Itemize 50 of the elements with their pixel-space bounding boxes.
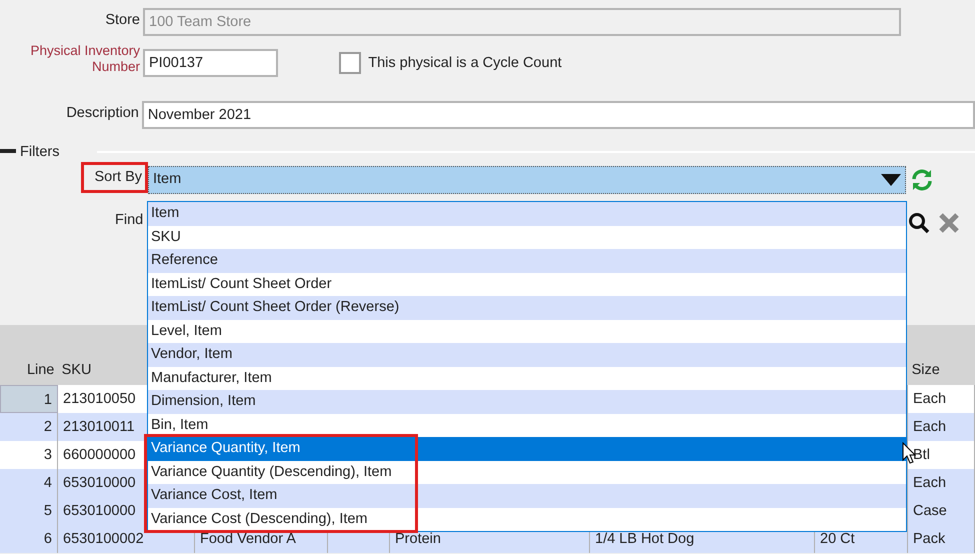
dropdown-value: Item	[153, 170, 182, 190]
field-label: Find	[115, 211, 144, 230]
dropdown-option[interactable]: Variance Cost (Descending), Item	[148, 508, 906, 531]
field-label: Physical Inventory Number	[29, 43, 141, 74]
caret-icon	[881, 174, 901, 186]
table-cell: Btl	[913, 447, 930, 463]
table-cell: Each	[913, 419, 946, 435]
description-field[interactable]: November 2021	[142, 101, 975, 129]
table-cell: Case	[913, 503, 947, 519]
field-label: Description	[65, 104, 140, 122]
table-cell: Protein	[395, 531, 441, 547]
dropdown-option[interactable]: ItemList/ Count Sheet Order (Reverse)	[148, 296, 906, 320]
table-cell: Food Vendor A	[200, 531, 296, 547]
refresh-icon[interactable]	[910, 168, 934, 192]
dropdown-option[interactable]: Vendor, Item	[148, 343, 906, 366]
dropdown-option[interactable]: ItemList/ Count Sheet Order	[148, 272, 906, 296]
search-icon[interactable]	[908, 212, 930, 234]
table-cell: 660000000	[63, 447, 136, 463]
dropdown-option[interactable]: SKU	[148, 226, 906, 249]
dropdown-option[interactable]: Level, Item	[148, 320, 906, 343]
table-cell: 653010000	[63, 475, 136, 491]
dropdown-option[interactable]: Variance Quantity, Item	[148, 437, 906, 460]
table-cell: 213010050	[63, 391, 136, 407]
column-header: Line	[26, 360, 56, 380]
checkbox-label: This physical is a Cycle Count	[368, 54, 562, 73]
close-icon[interactable]	[938, 212, 960, 234]
dropdown-option[interactable]: Dimension, Item	[148, 390, 906, 414]
checkbox[interactable]	[339, 52, 361, 74]
dropdown-option[interactable]: Item	[148, 202, 906, 226]
dropdown-option[interactable]: Reference	[148, 249, 906, 272]
row-highlight[interactable]: Pack	[908, 525, 975, 553]
table-cell: 213010011	[63, 419, 135, 435]
column-header: Size	[910, 360, 941, 380]
dropdown-option[interactable]: Variance Cost, Item	[148, 484, 906, 508]
sort-by-label: Sort By	[81, 162, 148, 193]
table-cell: Each	[913, 475, 946, 491]
table-cell: Each	[913, 391, 946, 407]
table-cell: 20 Ct	[820, 531, 855, 547]
table-cell: 653010000	[63, 503, 136, 519]
number-field[interactable]: PI00137	[143, 49, 278, 77]
dropdown-option[interactable]: Manufacturer, Item	[148, 366, 906, 390]
table-cell: 1/4 LB Hot Dog	[595, 531, 694, 547]
table-cell: 6530100002	[63, 531, 144, 547]
table-cell: Pack	[913, 531, 946, 547]
field-label: Store	[104, 10, 141, 28]
dropdown-option[interactable]: Bin, Item	[148, 414, 906, 437]
section-title: Filters	[20, 143, 60, 162]
sort-by-dropdown[interactable]: Item	[148, 166, 906, 194]
dropdown-option[interactable]: Variance Quantity (Descending), Item	[148, 460, 906, 484]
line-cell[interactable]: 1	[0, 385, 58, 413]
